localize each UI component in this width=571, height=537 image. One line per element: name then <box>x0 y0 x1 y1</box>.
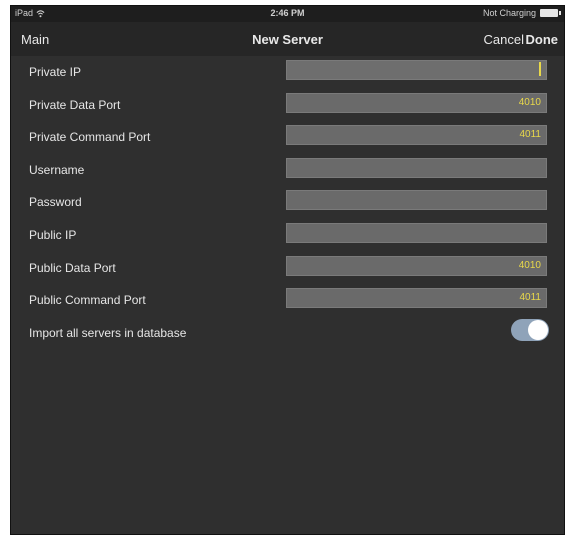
page-title: New Server <box>252 32 323 47</box>
public-data-port-field[interactable]: 4010 <box>286 255 547 276</box>
form-row-username: Username <box>11 154 564 187</box>
status-time: 2:46 PM <box>270 8 305 18</box>
form-row-password: Password <box>11 186 564 219</box>
cancel-button[interactable]: Cancel <box>484 32 524 47</box>
import-all-label: Import all servers in database <box>29 325 187 340</box>
form-row-import-all: Import all servers in database <box>11 317 564 350</box>
battery-status-text: Not Charging <box>482 8 536 18</box>
toggle-knob <box>528 319 548 340</box>
form-row-private-command-port: Private Command Port 4011 <box>11 121 564 154</box>
status-bar: iPad 2:46 PM Not Charging <box>11 6 564 22</box>
status-right: Not Charging <box>482 8 561 18</box>
private-data-port-field[interactable]: 4010 <box>286 92 547 113</box>
form-row-public-data-port: Public Data Port 4010 <box>11 252 564 285</box>
form-row-public-command-port: Public Command Port 4011 <box>11 284 564 317</box>
battery-icon <box>540 9 561 17</box>
private-data-port-value: 4010 <box>518 96 541 108</box>
form-row-private-data-port: Private Data Port 4010 <box>11 89 564 122</box>
public-ip-label: Public IP <box>29 227 77 242</box>
form-row-public-ip: Public IP <box>11 219 564 252</box>
public-data-port-value: 4010 <box>518 259 541 271</box>
app-frame: iPad 2:46 PM Not Charging Main New Serve… <box>10 5 565 535</box>
password-field[interactable] <box>286 190 547 211</box>
public-command-port-label: Public Command Port <box>29 293 146 308</box>
server-form: Private IP Private Data Port 4010 Privat… <box>11 56 564 349</box>
private-ip-field[interactable] <box>286 60 547 80</box>
private-command-port-label: Private Command Port <box>29 130 151 145</box>
text-cursor <box>539 62 541 77</box>
navigation-bar: Main New Server Cancel Done <box>11 22 564 56</box>
import-all-toggle[interactable] <box>511 318 549 341</box>
username-field[interactable] <box>286 157 547 178</box>
public-data-port-label: Public Data Port <box>29 260 116 275</box>
private-ip-label: Private IP <box>29 65 82 79</box>
form-row-private-ip: Private IP <box>11 56 564 89</box>
public-command-port-value: 4011 <box>519 292 541 304</box>
private-command-port-value: 4011 <box>519 129 541 141</box>
public-command-port-field[interactable]: 4011 <box>286 288 547 309</box>
back-button[interactable]: Main <box>21 32 49 47</box>
username-label: Username <box>29 162 85 177</box>
done-button[interactable]: Done <box>526 32 559 47</box>
public-ip-field[interactable] <box>286 222 547 243</box>
password-label: Password <box>29 195 82 210</box>
private-data-port-label: Private Data Port <box>29 97 121 112</box>
private-command-port-field[interactable]: 4011 <box>286 125 547 146</box>
